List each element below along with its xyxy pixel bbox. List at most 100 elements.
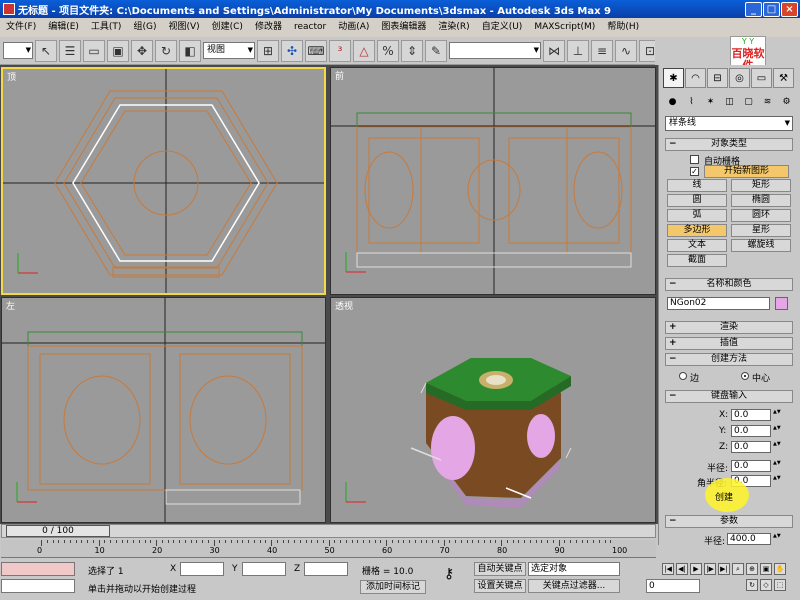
maxscript-mini-listener[interactable] <box>1 579 75 593</box>
viewport-label-front[interactable]: 前 <box>335 69 344 82</box>
viewport-top[interactable]: 顶 <box>1 67 326 295</box>
layer-manager-icon[interactable]: ≡ <box>591 39 613 62</box>
shape-button-2[interactable]: 圆 <box>667 194 727 207</box>
time-slider[interactable]: 0 / 100 <box>1 524 656 538</box>
minimize-button[interactable]: _ <box>745 1 762 17</box>
named-selection-sets-dropdown[interactable] <box>449 42 541 59</box>
play-icon[interactable]: ▶ <box>690 563 702 575</box>
object-type-rollout[interactable]: − 对象类型 <box>665 138 793 151</box>
field-of-view-icon[interactable]: ◇ <box>760 579 772 591</box>
geometry-icon[interactable]: ● <box>665 94 680 109</box>
shape-category-dropdown[interactable]: 样条线 <box>665 116 793 131</box>
set-key-button[interactable]: 设置关键点 <box>474 579 526 593</box>
menu-item-3[interactable]: 组(G) <box>127 19 162 36</box>
curve-editor-icon[interactable]: ∿ <box>615 39 637 62</box>
keyboard-entry-rollout[interactable]: − 键盘输入 <box>665 390 793 403</box>
maximize-button[interactable]: □ <box>763 1 780 17</box>
shape-button-6[interactable]: 多边形 <box>667 224 727 237</box>
edit-named-selection-icon[interactable]: ✎ <box>425 39 447 62</box>
pan-icon[interactable]: ✋ <box>774 563 786 575</box>
zoom-all-icon[interactable]: ⊕ <box>746 563 758 575</box>
menu-item-4[interactable]: 视图(V) <box>162 19 205 36</box>
select-scale-icon[interactable]: ◧ <box>179 39 201 62</box>
edge-radio[interactable] <box>679 372 687 380</box>
shape-button-5[interactable]: 圆环 <box>731 209 791 222</box>
viewport-front[interactable]: 前 <box>330 67 656 295</box>
motion-tab-icon[interactable]: ◎ <box>729 68 750 88</box>
percent-snap-icon[interactable]: % <box>377 39 399 62</box>
pivot-center-icon[interactable]: ⊞ <box>257 39 279 62</box>
shape-button-9[interactable]: 螺旋线 <box>731 239 791 252</box>
param-radius-spinner[interactable]: 400.0 <box>727 533 781 545</box>
app-icon[interactable] <box>3 3 15 15</box>
helpers-icon[interactable]: ▢ <box>741 94 756 109</box>
select-move-icon[interactable]: ✥ <box>131 39 153 62</box>
name-color-rollout[interactable]: − 名称和颜色 <box>665 278 793 291</box>
menu-item-13[interactable]: 帮助(H) <box>601 19 645 36</box>
select-object-icon[interactable]: ↖ <box>35 39 57 62</box>
modify-tab-icon[interactable]: ◠ <box>685 68 706 88</box>
viewport-left[interactable]: 左 <box>1 297 326 523</box>
menu-item-1[interactable]: 编辑(E) <box>42 19 85 36</box>
kb-radius-spinner[interactable]: 0.0 <box>731 460 781 472</box>
go-to-start-icon[interactable]: |◀ <box>662 563 674 575</box>
selection-filter-dropdown[interactable] <box>3 42 33 59</box>
hierarchy-tab-icon[interactable]: ⊟ <box>707 68 728 88</box>
menu-item-2[interactable]: 工具(T) <box>85 19 128 36</box>
utilities-tab-icon[interactable]: ⚒ <box>773 68 794 88</box>
y-coord-field[interactable] <box>242 562 286 576</box>
shapes-icon[interactable]: ⌇ <box>684 94 699 109</box>
start-new-shape-button[interactable]: 开始新图形 <box>704 165 789 178</box>
rectangular-selection-icon[interactable]: ▭ <box>83 39 105 62</box>
shape-button-1[interactable]: 矩形 <box>731 179 791 192</box>
previous-frame-icon[interactable]: ◀| <box>676 563 688 575</box>
add-time-tag-button[interactable]: 添加时间标记 <box>360 580 426 594</box>
reference-coordinate-dropdown[interactable]: 视图 <box>203 42 255 59</box>
autogrid-checkbox[interactable] <box>690 155 699 164</box>
menu-item-7[interactable]: reactor <box>288 19 332 36</box>
zoom-extents-icon[interactable]: ▣ <box>760 563 772 575</box>
select-by-name-icon[interactable]: ☰ <box>59 39 81 62</box>
shape-button-10[interactable]: 截面 <box>667 254 727 267</box>
mirror-icon[interactable]: ⋈ <box>543 39 565 62</box>
current-frame-field[interactable]: 0 <box>646 579 700 593</box>
arc-rotate-icon[interactable]: ↻ <box>746 579 758 591</box>
shape-button-4[interactable]: 弧 <box>667 209 727 222</box>
menu-item-6[interactable]: 修改器 <box>249 19 288 36</box>
track-bar[interactable]: 0 10 20 30 40 50 60 70 80 90 100 <box>1 540 656 558</box>
cameras-icon[interactable]: ◫ <box>722 94 737 109</box>
maximize-viewport-icon[interactable]: ⬚ <box>774 579 786 591</box>
shape-button-3[interactable]: 椭圆 <box>731 194 791 207</box>
lights-icon[interactable]: ✶ <box>703 94 718 109</box>
x-coord-field[interactable] <box>180 562 224 576</box>
viewport-label-top[interactable]: 顶 <box>7 70 16 83</box>
space-warps-icon[interactable]: ≋ <box>760 94 775 109</box>
creation-method-rollout[interactable]: − 创建方法 <box>665 353 793 366</box>
kb-y-spinner[interactable]: 0.0 <box>731 425 781 437</box>
keyboard-shortcut-icon[interactable]: ⌨ <box>305 39 327 62</box>
object-name-field[interactable]: NGon02 <box>667 297 770 310</box>
close-button[interactable]: × <box>781 1 798 17</box>
parameters-rollout[interactable]: − 参数 <box>665 515 793 528</box>
center-radio[interactable] <box>741 372 749 380</box>
menu-item-9[interactable]: 图表编辑器 <box>375 19 432 36</box>
z-coord-field[interactable] <box>304 562 348 576</box>
go-to-end-icon[interactable]: ▶| <box>718 563 730 575</box>
display-tab-icon[interactable]: ▭ <box>751 68 772 88</box>
menu-item-10[interactable]: 渲染(R) <box>432 19 475 36</box>
shape-button-7[interactable]: 星形 <box>731 224 791 237</box>
systems-icon[interactable]: ⚙ <box>779 94 794 109</box>
key-mode-dropdown[interactable]: 选定对象 <box>528 562 620 576</box>
select-manipulate-icon[interactable]: ✣ <box>281 39 303 62</box>
menu-item-5[interactable]: 创建(C) <box>206 19 249 36</box>
create-tab-icon[interactable]: ✱ <box>663 68 684 88</box>
spinner-snap-icon[interactable]: ⇕ <box>401 39 423 62</box>
key-icon[interactable]: ⚷ <box>444 566 454 582</box>
select-rotate-icon[interactable]: ↻ <box>155 39 177 62</box>
snap-toggle-icon[interactable]: ³ <box>329 39 351 62</box>
auto-key-button[interactable]: 自动关键点 <box>474 562 526 576</box>
kb-x-spinner[interactable]: 0.0 <box>731 409 781 421</box>
schematic-view-icon[interactable]: ⊡ <box>639 39 655 62</box>
interpolation-rollout[interactable]: + 插值 <box>665 337 793 350</box>
angle-snap-icon[interactable]: △ <box>353 39 375 62</box>
